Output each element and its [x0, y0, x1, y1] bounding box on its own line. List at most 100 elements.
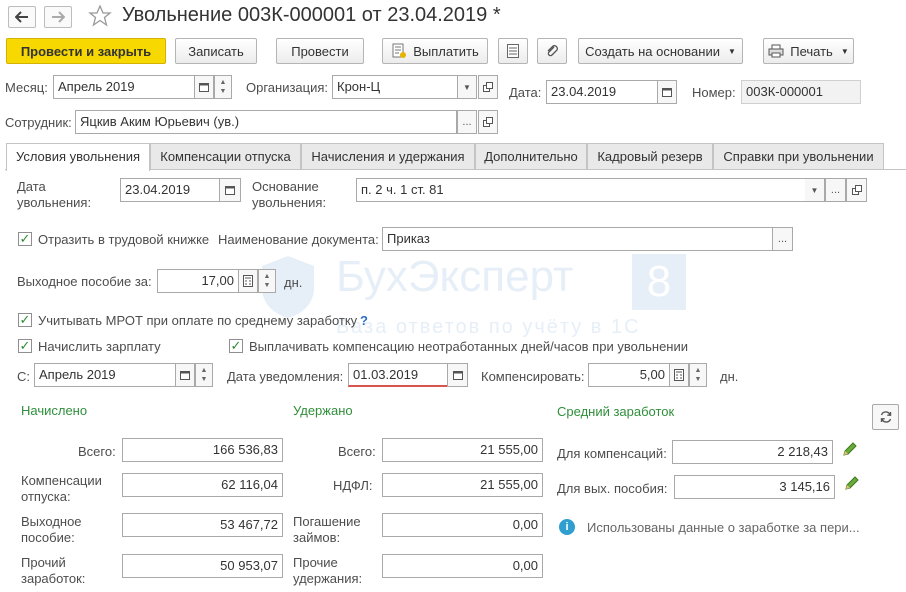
from-stepper[interactable]: ▲ ▼ — [195, 363, 213, 387]
pay-icon — [392, 43, 407, 58]
avg-sev-field[interactable]: 3 145,16 — [674, 475, 835, 499]
favorite-star-icon[interactable] — [88, 4, 112, 31]
avg-info-link[interactable]: Использованы данные о заработке за пери.… — [587, 520, 860, 536]
watermark-tagline: База ответов по учёту в 1С — [336, 316, 641, 338]
number-field[interactable]: 003К-000001 — [741, 80, 861, 104]
compensate-calc-button[interactable] — [669, 363, 689, 387]
dismissal-basis-label: Основание увольнения: — [252, 179, 327, 210]
record-book-checkbox[interactable]: ✓ — [18, 232, 32, 246]
dismissal-basis-select-button[interactable]: ... — [825, 178, 846, 202]
withheld-total-field[interactable]: 21 555,00 — [382, 438, 543, 462]
mrot-checkbox[interactable]: ✓ — [18, 313, 32, 327]
severance-label: Выходное пособие за: — [17, 274, 152, 289]
calendar-icon — [452, 371, 463, 380]
refresh-button[interactable] — [872, 404, 899, 430]
doc-name-field[interactable]: Приказ — [382, 227, 773, 251]
print-button[interactable]: Печать ▼ — [763, 38, 854, 64]
from-month-field[interactable]: Апрель 2019 — [34, 363, 176, 387]
compensate-unit: дн. — [720, 369, 739, 384]
accrued-severance-field[interactable]: 53 467,72 — [122, 513, 283, 537]
organization-label: Организация: — [246, 80, 329, 95]
notice-date-label: Дата уведомления: — [227, 369, 344, 384]
dismissal-basis-open-button[interactable] — [846, 178, 867, 202]
month-calendar-button[interactable] — [194, 75, 214, 99]
dismissal-basis-dropdown-button[interactable]: ▼ — [805, 178, 825, 202]
employee-open-button[interactable] — [478, 110, 498, 134]
attach-button[interactable] — [537, 38, 567, 64]
withheld-loans-field[interactable]: 0,00 — [382, 513, 543, 537]
paperclip-icon — [547, 45, 558, 57]
date-field[interactable]: 23.04.2019 — [546, 80, 658, 104]
forward-button[interactable] — [44, 6, 72, 28]
doc-name-select-button[interactable]: ... — [772, 227, 793, 251]
tab-dismissal-certificates[interactable]: Справки при увольнении — [713, 143, 884, 169]
severance-calc-button[interactable] — [238, 269, 258, 293]
from-calendar-button[interactable] — [175, 363, 195, 387]
avg-comp-edit-icon[interactable] — [842, 441, 858, 460]
avg-comp-field[interactable]: 2 218,43 — [672, 440, 833, 464]
save-button[interactable]: Записать — [175, 38, 257, 64]
create-based-on-label: Создать на основании — [585, 43, 720, 59]
watermark: БухЭксперт 8 База ответов по учёту в 1С — [258, 250, 688, 350]
accrued-vacation-field[interactable]: 62 116,04 — [122, 473, 283, 497]
avg-sev-label: Для вых. пособия: — [557, 481, 668, 496]
withheld-loans-label: Погашение займов: — [293, 514, 361, 545]
severance-unit: дн. — [284, 275, 303, 290]
accrued-other-field[interactable]: 50 953,07 — [122, 554, 283, 578]
tab-accruals-deductions[interactable]: Начисления и удержания — [301, 143, 475, 169]
dismissal-date-field[interactable]: 23.04.2019 — [120, 178, 220, 202]
month-stepper[interactable]: ▲ ▼ — [214, 75, 232, 99]
accrued-severance-label: Выходное пособие: — [21, 514, 82, 545]
list-button[interactable] — [498, 38, 528, 64]
employee-select-button[interactable]: ... — [457, 110, 477, 134]
compensate-days-field[interactable]: 5,00 — [588, 363, 670, 387]
accrue-salary-label: Начислить зарплату — [38, 339, 161, 354]
calculator-icon — [243, 275, 253, 287]
accrue-salary-checkbox[interactable]: ✓ — [18, 339, 32, 353]
month-label: Месяц: — [5, 80, 48, 95]
tab-vacation-compensation[interactable]: Компенсации отпуска — [150, 143, 301, 169]
employee-field[interactable]: Яцкив Аким Юрьевич (ув.) — [75, 110, 457, 134]
accrued-total-label: Всего: — [78, 444, 116, 459]
severance-stepper[interactable]: ▲ ▼ — [258, 269, 276, 293]
withheld-header: Удержано — [293, 403, 353, 418]
employee-label: Сотрудник: — [5, 115, 72, 130]
withheld-other-field[interactable]: 0,00 — [382, 554, 543, 578]
tab-dismissal-conditions[interactable]: Условия увольнения — [6, 143, 150, 171]
compensate-stepper[interactable]: ▲ ▼ — [689, 363, 707, 387]
calendar-icon — [225, 186, 235, 195]
refresh-icon — [880, 411, 891, 423]
number-label: Номер: — [692, 85, 736, 100]
post-and-close-button[interactable]: Провести и закрыть — [6, 38, 166, 64]
avg-sev-edit-icon[interactable] — [844, 475, 860, 494]
dismissal-date-calendar-button[interactable] — [219, 178, 241, 202]
pay-compensation-checkbox[interactable]: ✓ — [229, 339, 243, 353]
organization-open-button[interactable] — [478, 75, 498, 99]
post-button[interactable]: Провести — [276, 38, 364, 64]
open-icon — [851, 185, 862, 195]
accrued-vacation-label: Компенсации отпуска: — [21, 473, 102, 504]
date-calendar-button[interactable] — [657, 80, 677, 104]
create-based-on-button[interactable]: Создать на основании ▼ — [578, 38, 743, 64]
withheld-ndfl-label: НДФЛ: — [333, 478, 373, 493]
pay-button[interactable]: Выплатить — [382, 38, 488, 64]
dropdown-arrow-icon: ▼ — [727, 46, 736, 56]
accrued-total-field[interactable]: 166 536,83 — [122, 438, 283, 462]
tab-additional[interactable]: Дополнительно — [475, 143, 587, 169]
withheld-ndfl-field[interactable]: 21 555,00 — [382, 473, 543, 497]
organization-field[interactable]: Крон-Ц — [332, 75, 458, 99]
page-title: Увольнение 003К-000001 от 23.04.2019 * — [122, 4, 501, 26]
organization-dropdown-button[interactable]: ▼ — [457, 75, 477, 99]
notice-date-calendar-button[interactable] — [447, 363, 468, 387]
tab-personnel-reserve[interactable]: Кадровый резерв — [587, 143, 713, 169]
back-button[interactable] — [8, 6, 36, 28]
mrot-help-icon[interactable]: ? — [360, 313, 368, 329]
pay-compensation-label: Выплачивать компенсацию неотработанных д… — [249, 339, 689, 354]
date-label: Дата: — [509, 85, 542, 100]
notice-date-field[interactable]: 01.03.2019 — [348, 363, 448, 387]
severance-days-field[interactable]: 17,00 — [157, 269, 239, 293]
month-field[interactable]: Апрель 2019 — [53, 75, 195, 99]
dismissal-basis-field[interactable]: п. 2 ч. 1 ст. 81 — [356, 178, 826, 202]
watermark-brand: БухЭксперт — [336, 252, 574, 301]
watermark-digit: 8 — [632, 254, 686, 310]
